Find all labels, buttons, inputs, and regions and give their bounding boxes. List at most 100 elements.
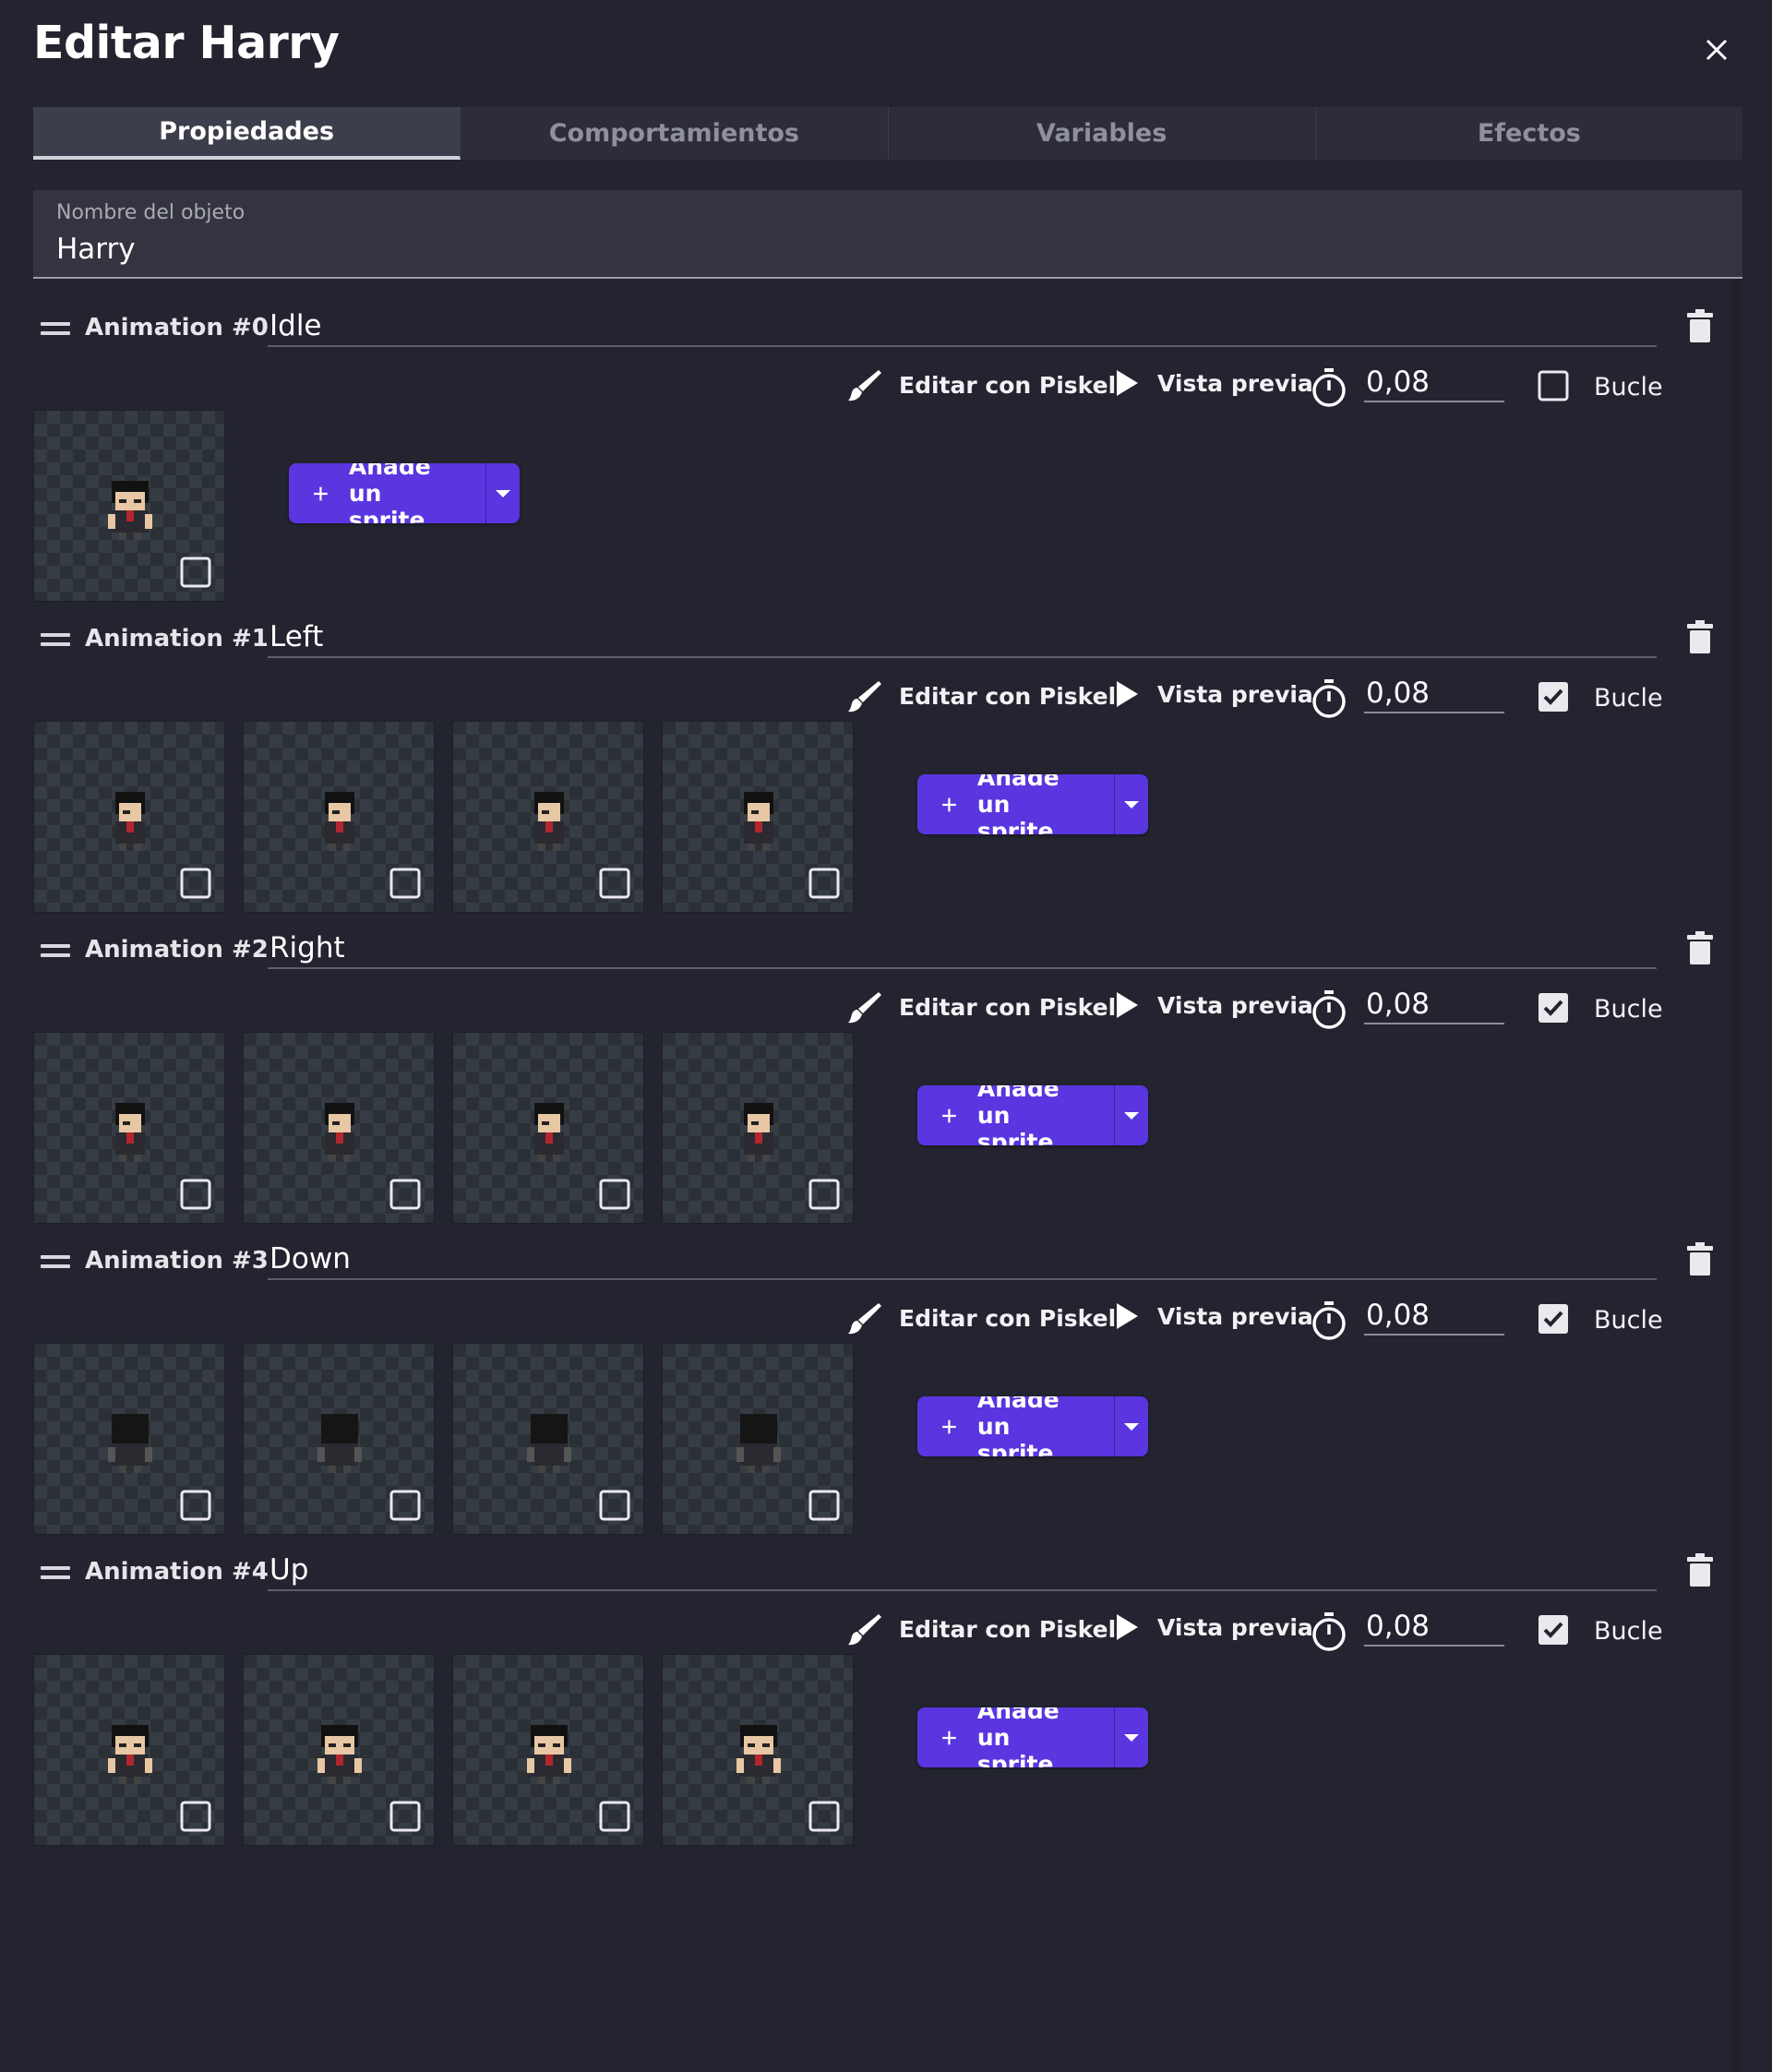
sprite-frame[interactable] [33, 410, 225, 602]
add-sprite-dropdown[interactable] [485, 463, 520, 523]
brush-icon [848, 992, 881, 1024]
preview-button[interactable]: Vista previa [1113, 989, 1313, 1021]
delete-animation-button[interactable] [1686, 930, 1714, 965]
animation-name-input[interactable] [268, 1551, 1657, 1591]
add-sprite-dropdown[interactable] [1114, 1707, 1148, 1767]
sprite-image [527, 1414, 571, 1473]
sprite-frame[interactable] [33, 1343, 225, 1535]
edit-with-piskel-button[interactable]: Editar con Piskel [847, 678, 1116, 713]
frame-duration-input[interactable] [1364, 1297, 1504, 1335]
add-sprite-dropdown[interactable] [1114, 1396, 1148, 1456]
frame-select-checkbox[interactable] [808, 867, 841, 900]
sprite-frame[interactable] [33, 1654, 225, 1846]
tab-comportamientos[interactable]: Comportamientos [461, 107, 889, 160]
frame-select-checkbox[interactable] [598, 1178, 631, 1211]
timer-icon [1311, 989, 1347, 1030]
frame-select-checkbox[interactable] [179, 867, 212, 900]
drag-handle-icon[interactable] [41, 633, 70, 648]
add-sprite-dropdown[interactable] [1114, 1085, 1148, 1145]
edit-label: Editar con Piskel [899, 1304, 1117, 1332]
frame-select-checkbox[interactable] [389, 1178, 422, 1211]
frame-select-checkbox[interactable] [808, 1800, 841, 1833]
loop-checkbox[interactable] [1537, 991, 1570, 1024]
sprite-frame[interactable] [452, 1343, 644, 1535]
delete-animation-button[interactable] [1686, 1552, 1714, 1587]
sprite-frame[interactable] [243, 1654, 435, 1846]
edit-with-piskel-button[interactable]: Editar con Piskel [847, 1300, 1116, 1335]
sprite-frame[interactable] [662, 1343, 854, 1535]
delete-animation-button[interactable] [1686, 1241, 1714, 1276]
sprite-frame[interactable] [452, 1654, 644, 1846]
animation-label: Animation #1 [85, 625, 269, 653]
sprite-frame[interactable] [33, 1032, 225, 1224]
play-icon [1117, 1303, 1138, 1329]
frame-select-checkbox[interactable] [179, 1178, 212, 1211]
sprite-frame[interactable] [243, 721, 435, 913]
frame-select-checkbox[interactable] [598, 1800, 631, 1833]
sprite-frame[interactable] [243, 1343, 435, 1535]
loop-checkbox[interactable] [1537, 1613, 1570, 1647]
object-name-input[interactable] [56, 231, 1708, 268]
animation-name-input[interactable] [268, 617, 1657, 658]
animation-name-input[interactable] [268, 306, 1657, 347]
loop-checkbox[interactable] [1537, 369, 1570, 402]
add-sprite-button[interactable]: Añade un sprite [917, 1085, 1114, 1145]
preview-button[interactable]: Vista previa [1113, 367, 1313, 399]
frame-select-checkbox[interactable] [179, 556, 212, 589]
preview-button[interactable]: Vista previa [1113, 1300, 1313, 1332]
delete-animation-button[interactable] [1686, 308, 1714, 343]
add-sprite-button[interactable]: Añade un sprite [289, 463, 485, 523]
frame-select-checkbox[interactable] [808, 1489, 841, 1522]
preview-button[interactable]: Vista previa [1113, 1611, 1313, 1643]
edit-with-piskel-button[interactable]: Editar con Piskel [847, 367, 1116, 402]
drag-handle-icon[interactable] [41, 944, 70, 959]
loop-checkbox[interactable] [1537, 680, 1570, 713]
tab-variables[interactable]: Variables [889, 107, 1316, 160]
drag-handle-icon[interactable] [41, 1566, 70, 1581]
sprite-image [108, 1725, 152, 1784]
add-sprite-button[interactable]: Añade un sprite [917, 774, 1114, 834]
delete-animation-button[interactable] [1686, 619, 1714, 654]
frame-select-checkbox[interactable] [389, 1800, 422, 1833]
frame-duration-input[interactable] [1364, 675, 1504, 713]
plus-icon [942, 797, 956, 811]
add-sprite-label: Añade un sprite [976, 774, 1060, 834]
preview-button[interactable]: Vista previa [1113, 678, 1313, 710]
tab-efectos[interactable]: Efectos [1316, 107, 1742, 160]
frame-select-checkbox[interactable] [179, 1489, 212, 1522]
animation-name-input[interactable] [268, 1240, 1657, 1280]
sprite-frame[interactable] [662, 721, 854, 913]
frame-select-checkbox[interactable] [179, 1800, 212, 1833]
tab-propiedades[interactable]: Propiedades [33, 107, 461, 160]
frame-select-checkbox[interactable] [389, 1489, 422, 1522]
frame-select-checkbox[interactable] [598, 1489, 631, 1522]
sprite-frame[interactable] [243, 1032, 435, 1224]
edit-with-piskel-button[interactable]: Editar con Piskel [847, 1611, 1116, 1647]
sprite-frame[interactable] [662, 1032, 854, 1224]
sprite-frame[interactable] [452, 721, 644, 913]
sprite-frame[interactable] [452, 1032, 644, 1224]
drag-handle-icon[interactable] [41, 322, 70, 337]
loop-label: Bucle [1594, 1617, 1663, 1646]
frame-select-checkbox[interactable] [808, 1178, 841, 1211]
edit-label: Editar con Piskel [899, 993, 1117, 1021]
close-button[interactable] [1696, 30, 1737, 70]
add-sprite-dropdown[interactable] [1114, 774, 1148, 834]
frame-duration-input[interactable] [1364, 364, 1504, 402]
edit-with-piskel-button[interactable]: Editar con Piskel [847, 989, 1116, 1024]
add-sprite-button[interactable]: Añade un sprite [917, 1396, 1114, 1456]
loop-checkbox[interactable] [1537, 1302, 1570, 1335]
frame-duration-input[interactable] [1364, 986, 1504, 1024]
frame-select-checkbox[interactable] [389, 867, 422, 900]
animation-name-input[interactable] [268, 928, 1657, 969]
sprite-frame[interactable] [662, 1654, 854, 1846]
sprite-frame[interactable] [33, 721, 225, 913]
frame-duration-input[interactable] [1364, 1608, 1504, 1647]
brush-icon [848, 370, 881, 401]
add-sprite-split-button: Añade un sprite [917, 1396, 1148, 1456]
add-sprite-button[interactable]: Añade un sprite [917, 1707, 1114, 1767]
timer-icon [1311, 1300, 1347, 1341]
frame-select-checkbox[interactable] [598, 867, 631, 900]
drag-handle-icon[interactable] [41, 1255, 70, 1270]
trash-icon [1687, 620, 1713, 653]
